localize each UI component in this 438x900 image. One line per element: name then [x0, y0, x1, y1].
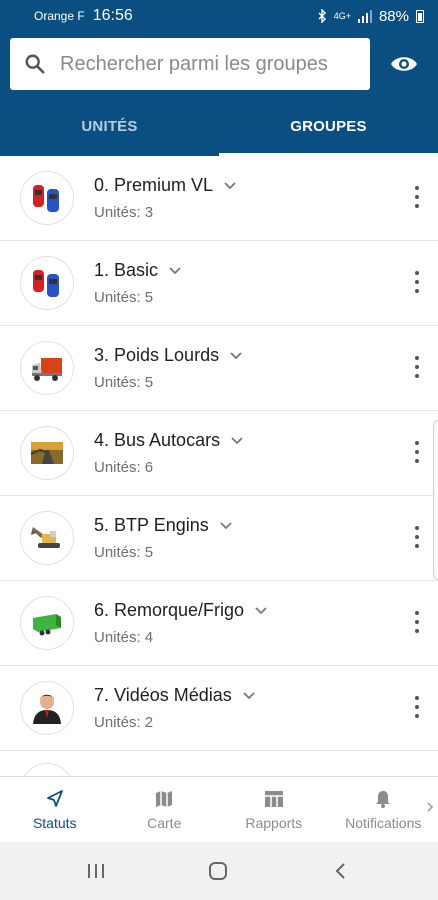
truck-icon [32, 358, 62, 381]
network-type: 4G+ [333, 11, 351, 21]
nav-label: Notifications [345, 815, 422, 831]
group-list: 0. Premium VL Unités: 3 1. Basic Unités: 5… [0, 156, 438, 776]
map-icon [156, 791, 173, 807]
search-input[interactable] [60, 52, 350, 76]
system-navigation-bar [0, 842, 438, 900]
app-header: UNITÉS GROUPES [0, 32, 438, 156]
chevron-down-icon[interactable] [230, 436, 244, 446]
navigation-arrow-icon [46, 790, 63, 807]
units-label: Unités: [94, 459, 141, 476]
chevron-right-icon[interactable] [426, 801, 434, 813]
road-photo-icon [30, 442, 63, 464]
more-options-icon[interactable] [414, 186, 420, 208]
tab-bar: UNITÉS GROUPES [0, 104, 438, 156]
more-options-icon[interactable] [414, 526, 420, 548]
more-options-icon[interactable] [414, 356, 420, 378]
list-item[interactable]: 3. Poids Lourds Unités: 5 [0, 326, 438, 411]
chevron-down-icon[interactable] [229, 351, 243, 361]
list-item[interactable]: 7. Vidéos Médias Unités: 2 [0, 666, 438, 751]
more-options-icon[interactable] [414, 271, 420, 293]
units-count: 6 [144, 459, 154, 476]
tab-unites[interactable]: UNITÉS [0, 104, 219, 156]
bluetooth-icon [318, 9, 326, 23]
units-label: Unités: [94, 289, 141, 306]
units-count: 5 [144, 289, 154, 306]
cars-icon [33, 185, 59, 212]
back-icon[interactable] [333, 862, 347, 880]
battery-percent: 88% [378, 7, 409, 25]
list-item[interactable]: 6. Remorque/Frigo Unités: 4 [0, 581, 438, 666]
bell-icon [376, 791, 391, 808]
group-avatar [20, 511, 74, 565]
units-label: Unités: [94, 544, 141, 561]
clock: 16:56 [92, 7, 133, 24]
list-item[interactable]: 0. Premium VL Unités: 3 [0, 156, 438, 241]
tab-groupes[interactable]: GROUPES [219, 104, 438, 156]
excavator-icon [31, 527, 60, 548]
scroll-handle[interactable] [433, 420, 438, 580]
signal-icon [357, 9, 372, 23]
chevron-down-icon[interactable] [219, 521, 233, 531]
nav-label: Statuts [32, 815, 77, 831]
list-item-partial [0, 751, 438, 776]
group-avatar [20, 596, 74, 650]
units-count: 3 [144, 204, 154, 221]
status-bar: Orange F 16:56 4G+ 88% [0, 0, 438, 32]
chevron-down-icon[interactable] [254, 606, 268, 616]
group-avatar [20, 763, 74, 776]
units-count: 5 [144, 544, 154, 561]
status-icons: 4G+ 88% [318, 8, 424, 25]
nav-rapports[interactable]: Rapports [219, 777, 329, 842]
home-icon[interactable] [208, 862, 228, 880]
table-icon [264, 791, 283, 807]
list-item[interactable]: 1. Basic Unités: 5 [0, 241, 438, 326]
group-title: 6. Remorque/Frigo [94, 600, 245, 620]
group-avatar [20, 681, 74, 735]
units-label: Unités: [94, 714, 141, 731]
group-title: 4. Bus Autocars [94, 430, 221, 450]
bottom-navigation: Statuts Carte Rapports Notifications [0, 776, 438, 842]
units-label: Unités: [94, 629, 141, 646]
chevron-down-icon[interactable] [168, 266, 182, 276]
group-avatar [20, 341, 74, 395]
group-title: 1. Basic [94, 260, 159, 280]
chevron-down-icon[interactable] [223, 181, 237, 191]
cars-icon [33, 270, 59, 297]
units-label: Unités: [94, 204, 141, 221]
group-title: 7. Vidéos Médias [94, 685, 232, 705]
group-avatar [20, 171, 74, 225]
group-title: 3. Poids Lourds [94, 345, 220, 365]
units-count: 5 [144, 374, 154, 391]
more-options-icon[interactable] [414, 441, 420, 463]
eye-icon[interactable] [390, 52, 418, 76]
units-count: 2 [144, 714, 154, 731]
search-icon [25, 54, 45, 74]
carrier-name: Orange F [34, 9, 85, 23]
recent-apps-icon[interactable] [86, 862, 106, 880]
nav-notifications[interactable]: Notifications [329, 777, 438, 842]
trailer-icon [33, 614, 61, 636]
chevron-down-icon[interactable] [242, 691, 256, 701]
group-avatar [20, 256, 74, 310]
search-bar[interactable] [10, 38, 370, 90]
nav-label: Carte [147, 815, 182, 831]
list-item[interactable]: 5. BTP Engins Unités: 5 [0, 496, 438, 581]
group-title: 0. Premium VL [94, 175, 214, 195]
group-avatar [20, 426, 74, 480]
units-label: Unités: [94, 374, 141, 391]
nav-label: Rapports [245, 815, 303, 831]
more-options-icon[interactable] [414, 611, 420, 633]
group-title: 5. BTP Engins [94, 515, 209, 535]
nav-carte[interactable]: Carte [110, 777, 220, 842]
person-icon [33, 694, 61, 724]
battery-icon [416, 9, 424, 23]
units-count: 4 [144, 629, 154, 646]
more-options-icon[interactable] [414, 696, 420, 718]
list-item[interactable]: 4. Bus Autocars Unités: 6 [0, 411, 438, 496]
nav-statuts[interactable]: Statuts [0, 777, 110, 842]
